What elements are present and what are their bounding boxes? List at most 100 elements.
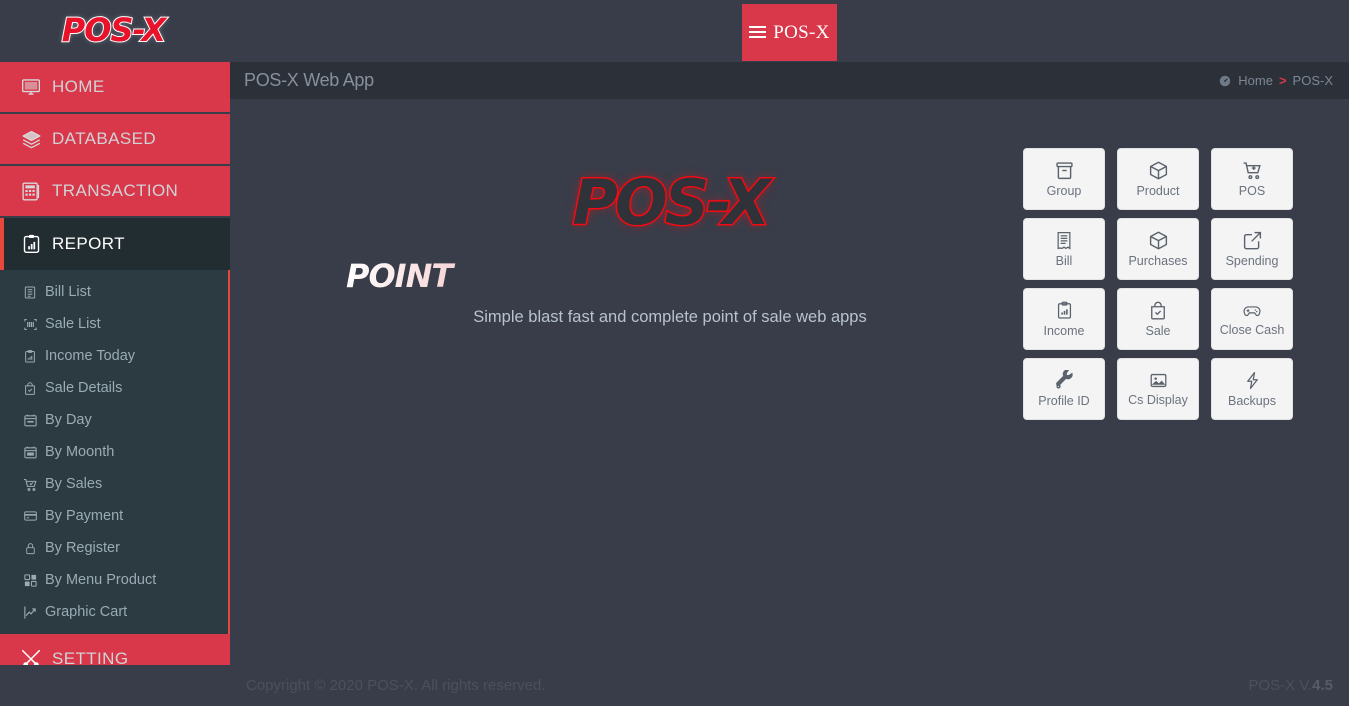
tile-group[interactable]: Group — [1023, 148, 1105, 210]
sidebar-subitem-income-today[interactable]: Income Today — [0, 340, 228, 372]
sidebar-subitem-label: By Sales — [45, 476, 103, 492]
archive-box-icon — [1054, 160, 1075, 181]
tile-label: Income — [1043, 324, 1085, 338]
layers-icon — [18, 127, 44, 151]
breadcrumb-home-link[interactable]: Home — [1238, 73, 1273, 88]
calculator-icon — [18, 179, 44, 203]
desktop-icon — [18, 75, 44, 99]
breadcrumb-separator: > — [1278, 73, 1287, 88]
tile-product[interactable]: Product — [1117, 148, 1199, 210]
tile-label: Spending — [1225, 254, 1279, 268]
footer-version: POS-X V.4.5 — [1249, 677, 1334, 694]
sidebar-item-home-label: HOME — [52, 77, 105, 96]
breadcrumb: Home > POS-X — [1218, 73, 1333, 88]
menu-toggle-label: POS-X — [773, 21, 830, 43]
external-link-icon — [1242, 230, 1263, 251]
brand-logo-text: POS-X — [61, 10, 167, 50]
shortcut-tile-grid: Group Product POS Bill Purchases Spendin… — [1023, 148, 1293, 420]
clipboard-bars-icon — [20, 348, 40, 364]
sidebar-subitem-label: By Day — [45, 412, 92, 428]
image-icon — [1148, 371, 1169, 390]
hero-section: POS-X POINT Simple blast fast and comple… — [340, 170, 1000, 327]
sidebar-item-transaction[interactable]: TRANSACTION — [0, 166, 230, 218]
page-title: POS-X Web App — [244, 70, 374, 90]
content-area: POS-X Web App Home > POS-X POS-X POINT S… — [230, 62, 1349, 706]
page-header: POS-X Web App Home > POS-X — [230, 62, 1349, 99]
tile-purchases[interactable]: Purchases — [1117, 218, 1199, 280]
tile-bill[interactable]: Bill — [1023, 218, 1105, 280]
sidebar: HOME DATABASED TRANSACTION REPORT Bill L… — [0, 62, 230, 665]
sidebar-subitem-label: By Moonth — [45, 444, 115, 460]
receipt-icon — [1054, 230, 1074, 251]
list-document-icon — [20, 284, 40, 300]
sidebar-item-report[interactable]: REPORT — [0, 218, 230, 270]
tile-income[interactable]: Income — [1023, 288, 1105, 350]
tile-label: Purchases — [1128, 254, 1188, 268]
sidebar-subitem-label: Income Today — [45, 348, 136, 364]
sidebar-item-setting[interactable]: SETTING — [0, 634, 230, 665]
tile-label: Group — [1046, 184, 1082, 198]
calendar-day-icon — [20, 412, 40, 428]
footer-version-prefix: POS-X V. — [1248, 677, 1313, 694]
sidebar-submenu-report: Bill List Sale List Income Today Sale De… — [0, 270, 230, 634]
hero-sublogo-text: POINT — [346, 260, 1000, 292]
sidebar-subitem-label: Sale Details — [45, 380, 123, 396]
tile-profile-id[interactable]: Profile ID — [1023, 358, 1105, 420]
sidebar-item-home[interactable]: HOME — [0, 62, 230, 114]
sidebar-subitem-by-menu-product[interactable]: By Menu Product — [0, 564, 228, 596]
tile-sale[interactable]: Sale — [1117, 288, 1199, 350]
line-chart-icon — [20, 604, 40, 620]
sidebar-subitem-label: By Register — [45, 540, 120, 556]
tile-label: POS — [1238, 184, 1266, 198]
sidebar-subitem-graphic-cart[interactable]: Graphic Cart — [0, 596, 228, 628]
tile-close-cash[interactable]: Close Cash — [1211, 288, 1293, 350]
cube-icon — [1148, 160, 1169, 181]
tile-label: Profile ID — [1038, 394, 1090, 408]
sidebar-subitem-label: By Payment — [45, 508, 124, 524]
tile-label: Backups — [1228, 394, 1276, 408]
bag-check-icon — [1148, 300, 1168, 321]
sidebar-item-setting-label: SETTING — [52, 649, 129, 665]
menu-toggle-button[interactable]: POS-X — [742, 4, 837, 61]
clipboard-chart-icon — [18, 232, 44, 256]
brand-logo: POS-X — [36, 8, 191, 52]
sidebar-subitem-sale-details[interactable]: Sale Details — [0, 372, 228, 404]
sidebar-subitem-label: By Menu Product — [45, 572, 157, 588]
sidebar-subitem-bill-list[interactable]: Bill List — [0, 276, 228, 308]
sidebar-bottom-fill — [0, 665, 230, 706]
bag-check-icon — [20, 380, 40, 396]
tools-icon — [18, 647, 44, 665]
lock-icon — [20, 540, 40, 556]
tile-cs-display[interactable]: Cs Display — [1117, 358, 1199, 420]
hamburger-icon — [749, 26, 767, 39]
footer: Copyright © 2020 POS-X. All rights reser… — [230, 665, 1349, 706]
tile-backups[interactable]: Backups — [1211, 358, 1293, 420]
grid-icon — [20, 572, 40, 588]
tile-label: Cs Display — [1128, 393, 1188, 407]
cube-icon — [1148, 230, 1169, 251]
sidebar-subitem-by-day[interactable]: By Day — [0, 404, 228, 436]
top-bar: POS-X POS-X — [0, 0, 1349, 62]
tile-spending[interactable]: Spending — [1211, 218, 1293, 280]
sidebar-subitem-label: Sale List — [45, 316, 101, 332]
sidebar-subitem-by-sales[interactable]: By Sales — [0, 468, 228, 500]
sidebar-subitem-by-register[interactable]: By Register — [0, 532, 228, 564]
calendar-month-icon — [20, 444, 40, 460]
sidebar-subitem-by-payment[interactable]: By Payment — [0, 500, 228, 532]
sidebar-item-databased[interactable]: DATABASED — [0, 114, 230, 166]
sidebar-subitem-sale-list[interactable]: Sale List — [0, 308, 228, 340]
tile-label: Close Cash — [1219, 323, 1285, 337]
tile-label: Bill — [1055, 254, 1073, 268]
clipboard-bars-icon — [1055, 300, 1074, 321]
footer-copyright: Copyright © 2020 POS-X. All rights reser… — [246, 677, 546, 694]
sidebar-item-transaction-label: TRANSACTION — [52, 181, 179, 200]
tile-pos[interactable]: POS — [1211, 148, 1293, 210]
wrench-icon — [1054, 370, 1075, 391]
sidebar-item-databased-label: DATABASED — [52, 129, 157, 148]
credit-card-icon — [20, 508, 40, 524]
barcode-icon — [20, 316, 40, 332]
cart-plus-icon — [1242, 160, 1263, 181]
sidebar-subitem-label: Graphic Cart — [45, 604, 128, 620]
bolt-icon — [1243, 370, 1262, 391]
sidebar-subitem-by-moonth[interactable]: By Moonth — [0, 436, 228, 468]
